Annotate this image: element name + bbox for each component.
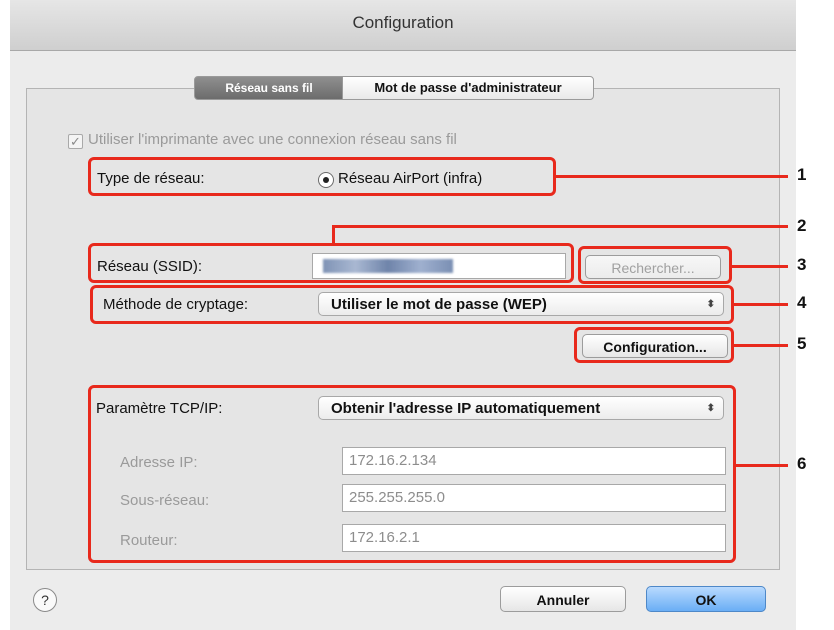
callout-leader-3 xyxy=(732,265,788,268)
callout-box-6 xyxy=(88,385,736,563)
tab-wireless[interactable]: Réseau sans fil xyxy=(194,76,344,100)
use-wireless-checkbox[interactable]: ✓ xyxy=(68,134,83,149)
callout-box-2 xyxy=(88,243,574,283)
title-bar: Configuration xyxy=(10,0,796,51)
tab-admin-password[interactable]: Mot de passe d'administrateur xyxy=(342,76,594,100)
callout-leader-5 xyxy=(734,344,788,347)
callout-box-1 xyxy=(88,157,556,196)
help-button[interactable]: ? xyxy=(33,588,57,612)
callout-number-3: 3 xyxy=(797,255,807,274)
callout-number-2: 2 xyxy=(797,216,807,235)
callout-leader-1 xyxy=(556,175,788,178)
callout-leader-4 xyxy=(734,303,788,306)
cancel-button[interactable]: Annuler xyxy=(500,586,626,612)
callout-number-6: 6 xyxy=(797,454,807,473)
callout-leader-2 xyxy=(332,225,788,228)
callout-leader-6 xyxy=(736,464,788,467)
callout-box-4 xyxy=(90,285,734,324)
callout-box-3 xyxy=(578,246,732,284)
callout-box-5 xyxy=(574,327,734,363)
callout-number-5: 5 xyxy=(797,334,807,353)
callout-number-1: 1 xyxy=(797,165,807,184)
ok-button[interactable]: OK xyxy=(646,586,766,612)
window-title: Configuration xyxy=(352,13,454,32)
use-wireless-label: Utiliser l'imprimante avec une connexion… xyxy=(88,131,457,148)
tab-wireless-label: Réseau sans fil xyxy=(225,81,313,95)
callout-number-4: 4 xyxy=(797,293,807,312)
